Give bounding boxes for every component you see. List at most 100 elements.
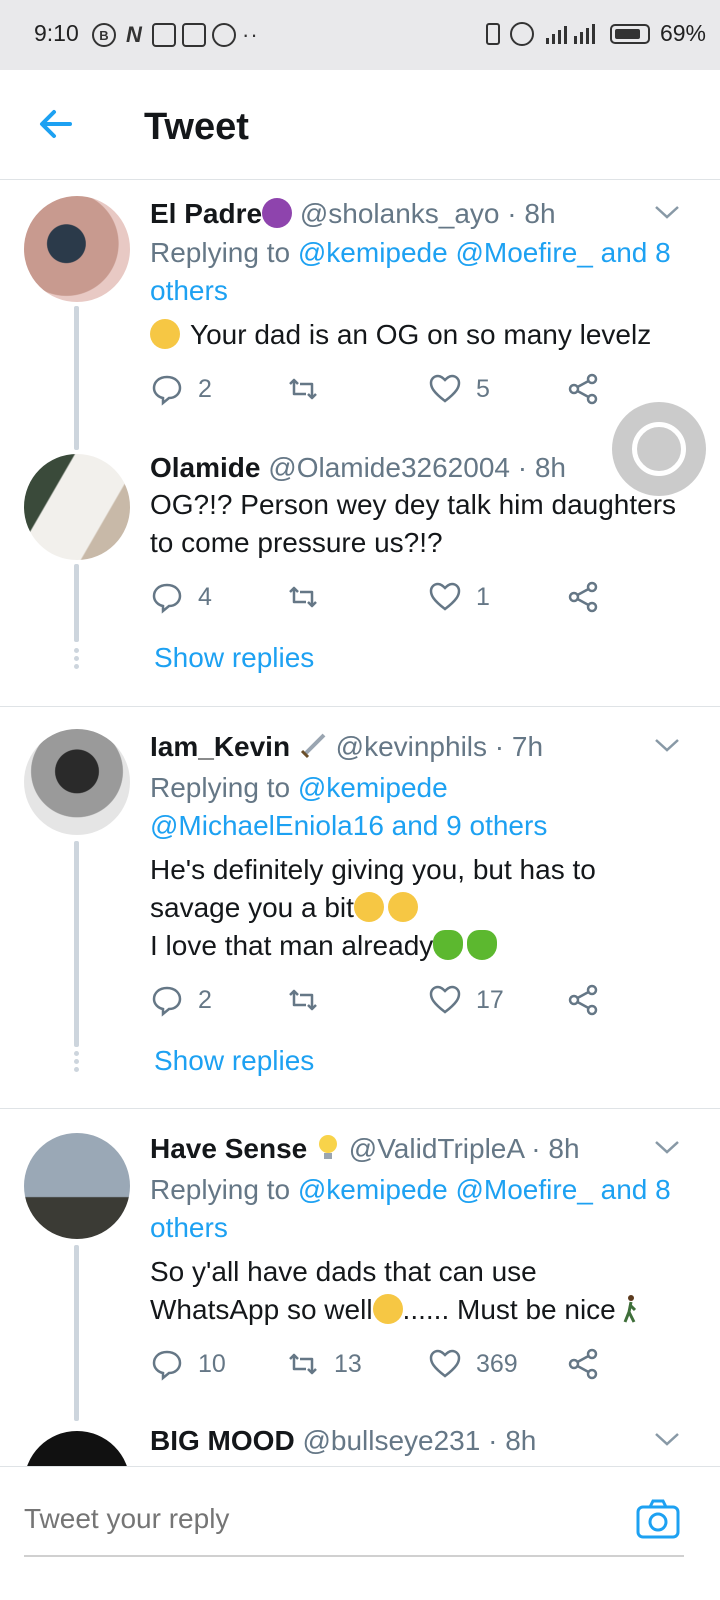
share-icon: [568, 581, 598, 613]
tweet-time: · 8h: [507, 198, 556, 229]
avatar[interactable]: [24, 454, 130, 560]
chevron-down-icon[interactable]: [654, 1431, 680, 1447]
user-handle[interactable]: @bullseye231: [302, 1425, 480, 1456]
tweet-actions: 4 1: [150, 580, 610, 620]
reply-button[interactable]: 10: [150, 1347, 226, 1381]
tweet-reply[interactable]: Olamide @Olamide3262004 · 8h OG?!? Perso…: [0, 440, 720, 706]
gallery-icon: [152, 23, 176, 47]
show-replies-link[interactable]: Show replies: [154, 1045, 314, 1077]
alarm-icon: [212, 23, 236, 47]
top-bar: Tweet: [0, 70, 720, 180]
like-count: 5: [476, 374, 490, 403]
share-button[interactable]: [566, 580, 600, 614]
tweet-header: BIG MOOD @bullseye231 · 8h: [150, 1425, 536, 1457]
share-button[interactable]: [566, 372, 600, 406]
reply-icon: [152, 375, 182, 406]
retweet-icon: [289, 378, 317, 400]
reply-composer: [0, 1466, 720, 1600]
chevron-down-icon[interactable]: [654, 737, 680, 753]
tweet-reply[interactable]: BIG MOOD @bullseye231 · 8h: [0, 1419, 720, 1466]
floating-assistive-button[interactable]: [612, 402, 706, 496]
share-icon: [568, 984, 598, 1016]
share-button[interactable]: [566, 983, 600, 1017]
tweet-header: Have Sense @ValidTripleA · 8h: [150, 1133, 580, 1165]
display-name[interactable]: El Padre: [150, 198, 262, 229]
display-name[interactable]: Olamide: [150, 452, 260, 483]
share-button[interactable]: [566, 1347, 600, 1381]
green-heart-emoji: [433, 930, 464, 960]
thread-line: [74, 1245, 79, 1421]
tweet-reply[interactable]: Iam_Kevin @kevinphils · 7h Replying to @…: [0, 707, 720, 1107]
retweet-icon: [289, 989, 317, 1011]
status-time: 9:10: [34, 20, 79, 46]
display-name[interactable]: Have Sense: [150, 1133, 307, 1164]
chevron-down-icon[interactable]: [654, 1139, 680, 1155]
like-count: 369: [476, 1349, 518, 1378]
user-handle[interactable]: @Olamide3262004: [268, 452, 510, 483]
thread-line: [74, 841, 79, 1047]
tweet-text-line: He's definitely giving you, but has to: [150, 854, 596, 885]
display-name[interactable]: BIG MOOD: [150, 1425, 295, 1456]
status-bar: 9:10 B N ·· 69%: [0, 0, 720, 70]
retweet-button[interactable]: [286, 983, 334, 1017]
tweet-reply[interactable]: Have Sense @ValidTripleA · 8h Replying t…: [0, 1109, 720, 1421]
like-button[interactable]: 17: [428, 983, 504, 1017]
share-icon: [568, 1348, 598, 1380]
n-icon: N: [126, 22, 142, 47]
tweet-text: He's definitely giving you, but has to s…: [150, 851, 695, 965]
reply-icon: [152, 986, 182, 1017]
reply-count: 4: [198, 582, 212, 611]
thread-dots: [74, 648, 79, 670]
back-arrow-icon[interactable]: [36, 104, 76, 144]
chevron-down-icon[interactable]: [654, 204, 680, 220]
replying-to-prefix: Replying to: [150, 772, 291, 803]
reply-mentions-link[interactable]: @MichaelEniola16 and 9 others: [150, 810, 547, 841]
show-replies-link[interactable]: Show replies: [154, 642, 314, 674]
avatar[interactable]: [24, 196, 130, 302]
vibrate-icon: [485, 22, 500, 45]
like-button[interactable]: 1: [428, 580, 490, 614]
reply-button[interactable]: 2: [150, 983, 212, 1017]
like-button[interactable]: 5: [428, 372, 490, 406]
thread-line: [74, 306, 79, 450]
avatar[interactable]: [24, 1431, 130, 1466]
tweet-text-line: So y'all have dads that can use: [150, 1256, 537, 1287]
tweet-reply[interactable]: El Padre @sholanks_ayo · 8h Replying to …: [0, 180, 720, 450]
expressionless-emoji: [372, 1294, 403, 1324]
avatar[interactable]: [24, 729, 130, 835]
share-icon: [568, 373, 598, 405]
reply-icon: [152, 1350, 182, 1381]
green-heart-emoji: [467, 930, 498, 960]
retweet-button[interactable]: 13: [286, 1347, 362, 1381]
reply-count: 2: [198, 374, 212, 403]
like-button[interactable]: 369: [428, 1347, 518, 1381]
tweet-time: · 8h: [531, 1133, 580, 1164]
reply-button[interactable]: 2: [150, 372, 212, 406]
user-handle[interactable]: @ValidTripleA: [349, 1133, 524, 1164]
heart-icon: [429, 374, 461, 403]
b-icon: B: [92, 23, 116, 47]
reply-count: 2: [198, 985, 212, 1014]
user-handle[interactable]: @sholanks_ayo: [300, 198, 500, 229]
alarm-clock-icon: [509, 21, 534, 46]
heart-icon: [429, 582, 461, 611]
page-title: Tweet: [144, 106, 249, 148]
camera-icon[interactable]: [636, 1499, 680, 1539]
tweet-text: So y'all have dads that can use WhatsApp…: [150, 1253, 695, 1329]
reply-button[interactable]: 4: [150, 580, 212, 614]
retweet-button[interactable]: [286, 580, 334, 614]
lightbulb-emoji: [319, 1135, 337, 1159]
input-underline: [24, 1555, 684, 1557]
display-name[interactable]: Iam_Kevin: [150, 731, 290, 762]
reply-mention-link[interactable]: @kemipede: [298, 772, 448, 803]
replying-to: Replying to @kemipede @Moefire_ and 8 ot…: [150, 234, 695, 310]
battery-percent: 69%: [659, 20, 706, 46]
tweet-text-content: Your dad is an OG on so many levelz: [190, 319, 652, 350]
instagram-icon: [182, 23, 206, 47]
reply-input[interactable]: [24, 1503, 584, 1535]
tweet-header: El Padre @sholanks_ayo · 8h: [150, 198, 556, 230]
user-handle[interactable]: @kevinphils: [336, 731, 487, 762]
tweet-text: OG?!? Person wey dey talk him daughters …: [150, 489, 677, 558]
avatar[interactable]: [24, 1133, 130, 1239]
retweet-button[interactable]: [286, 372, 334, 406]
